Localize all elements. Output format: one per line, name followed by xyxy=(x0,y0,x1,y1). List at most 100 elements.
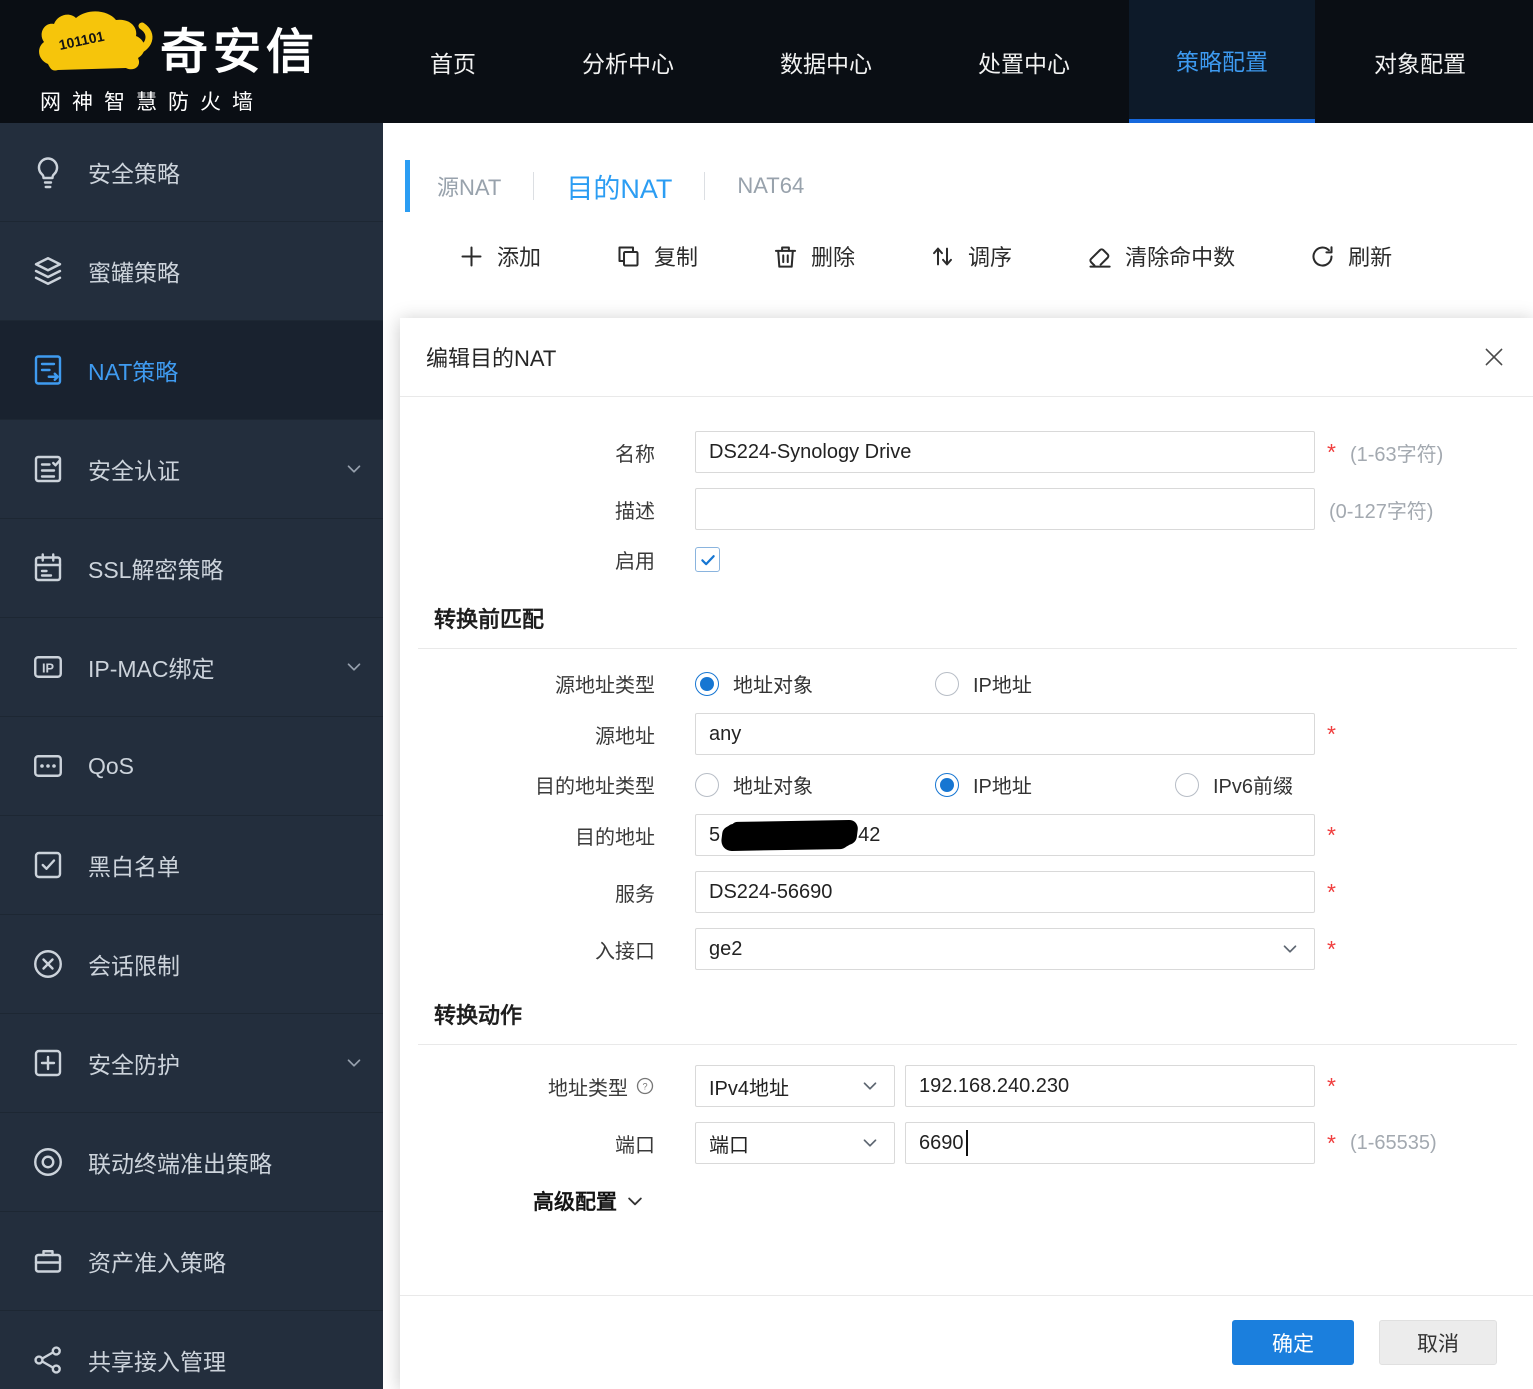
sidebar-item-linked-terminal-policy[interactable]: 联动终端准出策略 xyxy=(0,1113,383,1212)
chevron-down-icon xyxy=(628,1197,642,1206)
nav-item-analysis-center[interactable]: 分析中心 xyxy=(535,0,721,123)
name-row: 名称 * (1-63字符) xyxy=(400,431,1533,473)
sidebar-item-qos[interactable]: QoS xyxy=(0,717,383,816)
copy-icon xyxy=(618,245,639,267)
required-asterisk: * xyxy=(1327,438,1336,465)
sidebar-item-session-limit[interactable]: 会话限制 xyxy=(0,915,383,1014)
radio-icon[interactable] xyxy=(935,772,959,797)
action-section-title: 转换动作 xyxy=(434,1003,523,1028)
dest-address-row: 目的地址 5 42 * xyxy=(400,814,1533,856)
top-nav: 首页 分析中心 数据中心 处置中心 策略配置 对象配置 xyxy=(383,0,1513,123)
sidebar-item-label: QoS xyxy=(88,752,135,779)
modal-header: 编辑目的NAT xyxy=(400,318,1533,397)
add-button[interactable]: 添加 xyxy=(458,240,541,272)
sidebar-item-asset-admission-policy[interactable]: 资产准入策略 xyxy=(0,1212,383,1311)
description-hint: (0-127字符) xyxy=(1329,500,1434,523)
translated-ip-input[interactable] xyxy=(905,1065,1315,1107)
confirm-button[interactable]: 确定 xyxy=(1232,1320,1354,1365)
radio-icon[interactable] xyxy=(695,671,719,696)
service-label: 服务 xyxy=(615,883,655,906)
help-icon[interactable]: ? xyxy=(635,1076,655,1096)
radio-option-ip-address[interactable]: IP地址 xyxy=(935,770,1175,799)
radio-icon[interactable] xyxy=(1175,772,1199,797)
port-type-select[interactable]: 端口 xyxy=(695,1122,895,1164)
nav-item-policy-config[interactable]: 策略配置 xyxy=(1129,0,1315,123)
redaction-scribble xyxy=(723,821,855,849)
port-input[interactable]: 6690 xyxy=(905,1122,1315,1164)
sidebar-item-black-white-list[interactable]: 黑白名单 xyxy=(0,816,383,915)
session-limit-icon xyxy=(34,950,62,978)
address-type-select[interactable]: IPv4地址 xyxy=(695,1065,895,1107)
nav-item-object-config[interactable]: 对象配置 xyxy=(1327,0,1513,123)
radio-icon[interactable] xyxy=(935,671,959,696)
name-input[interactable] xyxy=(695,431,1315,473)
delete-button[interactable]: 删除 xyxy=(772,240,855,272)
sidebar-item-honeypot-policy[interactable]: 蜜罐策略 xyxy=(0,222,383,321)
clear-hit-count-button[interactable]: 清除命中数 xyxy=(1086,240,1235,272)
reorder-label: 调序 xyxy=(968,245,1013,270)
sidebar-item-label: SSL解密策略 xyxy=(88,557,224,583)
radio-option-label: 地址对象 xyxy=(733,675,813,697)
close-icon[interactable] xyxy=(1481,344,1507,370)
nat-policy-icon xyxy=(34,355,62,385)
radio-option-address-object[interactable]: 地址对象 xyxy=(695,770,935,799)
sidebar-item-security-protection[interactable]: 安全防护 xyxy=(0,1014,383,1113)
nav-item-data-center[interactable]: 数据中心 xyxy=(733,0,919,123)
svg-text:?: ? xyxy=(642,1082,647,1092)
radio-option-ip-address[interactable]: IP地址 xyxy=(935,669,1175,698)
port-row: 端口 端口 6690 * (1-65535) xyxy=(400,1122,1533,1164)
qos-dots-icon xyxy=(34,755,62,777)
calendar-icon xyxy=(34,553,62,582)
dest-address-visible-suffix: 42 xyxy=(858,823,881,846)
refresh-button[interactable]: 刷新 xyxy=(1309,240,1392,272)
required-asterisk: * xyxy=(1327,878,1336,905)
sidebar-item-ip-mac-binding[interactable]: IP IP-MAC绑定 xyxy=(0,618,383,717)
ingress-interface-value: ge2 xyxy=(709,937,743,960)
nav-item-home[interactable]: 首页 xyxy=(383,0,523,123)
edit-destination-nat-modal: 编辑目的NAT 名称 * (1-63字符) 描述 (0-127字符) 启用 xyxy=(400,318,1533,1389)
radio-option-address-object[interactable]: 地址对象 xyxy=(695,669,935,698)
required-asterisk: * xyxy=(1327,935,1336,962)
chevron-down-icon xyxy=(863,1082,877,1090)
dest-address-input[interactable]: 5 42 xyxy=(695,814,1315,856)
required-asterisk: * xyxy=(1327,1129,1336,1156)
source-address-type-row: 源地址类型 地址对象 IP地址 xyxy=(400,669,1533,698)
modal-body: 名称 * (1-63字符) 描述 (0-127字符) 启用 转换前匹配 源地址类… xyxy=(400,397,1533,1295)
enabled-label: 启用 xyxy=(615,551,655,573)
topbar: 101101 奇安信 网神智慧防火墙 首页 分析中心 数据中心 处置中心 策略配… xyxy=(0,0,1533,123)
sidebar-item-security-policy[interactable]: 安全策略 xyxy=(0,123,383,222)
radio-option-label: IP地址 xyxy=(973,776,1032,798)
advanced-config-toggle[interactable]: 高级配置 xyxy=(533,1186,1533,1216)
section-divider xyxy=(418,1044,1517,1045)
cancel-button[interactable]: 取消 xyxy=(1379,1320,1497,1365)
main-content: 源NAT 目的NAT NAT64 添加 复制 删除 调序 清除命中数 刷新 编辑… xyxy=(383,123,1533,1389)
radio-icon[interactable] xyxy=(695,772,719,797)
reorder-button[interactable]: 调序 xyxy=(929,240,1012,272)
ingress-interface-select[interactable]: ge2 xyxy=(695,928,1315,970)
radio-option-ipv6-prefix[interactable]: IPv6前缀 xyxy=(1175,770,1415,799)
source-address-input[interactable] xyxy=(695,713,1315,755)
nav-item-handling-center[interactable]: 处置中心 xyxy=(931,0,1117,123)
share-icon xyxy=(34,1346,61,1374)
required-asterisk: * xyxy=(1327,1072,1336,1099)
ingress-interface-label: 入接口 xyxy=(595,940,655,963)
sidebar-item-security-auth[interactable]: 安全认证 xyxy=(0,420,383,519)
sidebar-item-label: NAT策略 xyxy=(88,359,179,385)
trash-icon xyxy=(774,245,797,268)
sidebar-item-label: 资产准入策略 xyxy=(88,1250,226,1276)
service-input[interactable] xyxy=(695,871,1315,913)
tab-nat64[interactable]: NAT64 xyxy=(705,173,836,199)
shield-plus-icon xyxy=(34,1049,62,1077)
tab-destination-nat[interactable]: 目的NAT xyxy=(534,167,704,206)
chevron-down-icon xyxy=(347,663,361,671)
sidebar-item-label: IP-MAC绑定 xyxy=(88,656,215,682)
copy-button[interactable]: 复制 xyxy=(615,240,698,272)
reorder-icon xyxy=(933,247,952,265)
enabled-checkbox[interactable] xyxy=(695,547,720,572)
tab-source-nat[interactable]: 源NAT xyxy=(437,170,533,202)
description-input[interactable] xyxy=(695,488,1315,530)
sidebar-item-ssl-decrypt-policy[interactable]: SSL解密策略 xyxy=(0,519,383,618)
sidebar-item-shared-access-management[interactable]: 共享接入管理 xyxy=(0,1311,383,1389)
port-label: 端口 xyxy=(615,1134,655,1157)
sidebar-item-nat-policy[interactable]: NAT策略 xyxy=(0,321,383,420)
